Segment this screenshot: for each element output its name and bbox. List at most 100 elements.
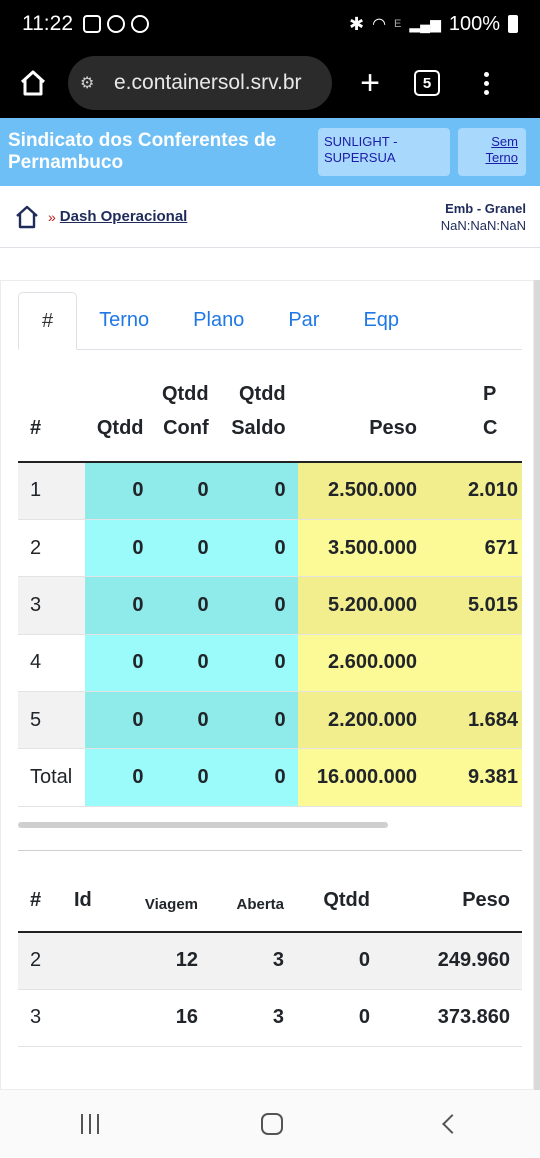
- battery-percent: 100%: [448, 12, 500, 35]
- vertical-scrollbar[interactable]: [534, 280, 540, 1090]
- main-content: # Terno Plano Par Eqp # Qtdd Qtdd Conf Qt…: [0, 280, 540, 1090]
- breadcrumb-dash-link[interactable]: Dash Operacional: [60, 208, 188, 225]
- row-conf-cell: 0: [153, 519, 223, 578]
- col-peso: Peso: [297, 372, 429, 463]
- org-header: Sindicato dos Conferentes de Pernambuco …: [0, 118, 540, 186]
- col-next-line1: P: [483, 383, 497, 405]
- tab-num[interactable]: #: [18, 292, 78, 350]
- summary-table-wrapper[interactable]: # Qtdd Qtdd Conf Qtdd Saldo Peso PC 1 0 0 0 2.…: [18, 372, 522, 807]
- row-qtdd-cell: 0: [85, 576, 154, 635]
- row-peso-conf-cell: 5.015: [429, 576, 522, 635]
- signal-icon: ▂▄▆: [409, 15, 441, 32]
- trips-header-row: # Id Viagem Aberta Qtdd Peso: [18, 870, 522, 933]
- tab-terno[interactable]: Terno: [77, 292, 171, 349]
- row-peso-cell: 2.600.000: [297, 634, 429, 693]
- row-saldo-cell: 0: [222, 576, 298, 635]
- trip-row: 3 16 3 0 373.860: [18, 989, 522, 1047]
- row-peso-cell: 5.200.000: [297, 576, 429, 635]
- row-peso-conf-cell: 1.684: [429, 691, 522, 750]
- horizontal-scrollbar[interactable]: [18, 822, 388, 828]
- breadcrumb-home-icon[interactable]: [14, 204, 40, 230]
- breadcrumb-separator: »: [48, 208, 56, 225]
- trip-peso-cell: 373.860: [382, 989, 522, 1047]
- notification-icons: [83, 15, 149, 33]
- row-peso-cell: 2.200.000: [297, 691, 429, 750]
- recent-apps-icon[interactable]: [81, 1114, 99, 1134]
- row-peso-cell: 16.000.000: [297, 748, 429, 807]
- trip-row: 2 12 3 0 249.960: [18, 932, 522, 990]
- operation-type: Emb - Granel: [445, 200, 526, 216]
- row-num-cell: 4: [18, 634, 86, 693]
- chrome-icon: [131, 15, 149, 33]
- row-num-cell: Total: [18, 748, 86, 807]
- summary-header-row: # Qtdd Qtdd Conf Qtdd Saldo Peso PC: [18, 372, 522, 463]
- col-next-line2: C: [483, 417, 498, 439]
- status-time: 11:22: [22, 12, 73, 35]
- trip-num-cell: 3: [18, 989, 64, 1047]
- system-home-icon[interactable]: [261, 1113, 283, 1135]
- summary-row: 3 0 0 0 5.200.000 5.015: [18, 576, 522, 635]
- row-conf-cell: 0: [153, 691, 223, 750]
- section-divider: [18, 850, 522, 851]
- col-qtdd-saldo-line1: Qtdd: [238, 383, 286, 405]
- row-qtdd-cell: 0: [85, 748, 154, 807]
- col-num: #: [18, 372, 86, 463]
- row-saldo-cell: 0: [222, 519, 298, 578]
- tab-switcher-button[interactable]: 5: [414, 70, 440, 96]
- ship-badge[interactable]: SUNLIGHT - SUPERSUA: [318, 128, 450, 176]
- col2-qtdd: Qtdd: [296, 870, 382, 933]
- trip-qtdd-cell: 0: [296, 932, 382, 990]
- system-nav-bar: [0, 1090, 540, 1158]
- row-conf-cell: 0: [153, 748, 223, 807]
- summary-row: 2 0 0 0 3.500.000 671: [18, 519, 522, 578]
- trip-num-cell: 2: [18, 932, 64, 990]
- site-settings-icon[interactable]: ⚙: [80, 73, 106, 93]
- battery-icon: [508, 15, 518, 33]
- row-peso-cell: 2.500.000: [297, 462, 429, 520]
- col-qtdd: Qtdd: [85, 372, 154, 463]
- home-button[interactable]: [12, 62, 54, 104]
- gallery-icon: [83, 15, 101, 33]
- col2-viagem: Viagem: [114, 870, 210, 933]
- col-qtdd-conf: Qtdd Conf: [153, 372, 223, 463]
- terno-badge-link[interactable]: Sem Terno: [458, 128, 526, 176]
- row-peso-cell: 3.500.000: [297, 519, 429, 578]
- row-conf-cell: 0: [153, 576, 223, 635]
- row-peso-conf-cell: 2.010: [429, 462, 522, 520]
- tab-plano[interactable]: Plano: [171, 292, 266, 349]
- trip-aberta-cell: 3: [210, 932, 296, 990]
- col-qtdd-saldo: Qtdd Saldo: [222, 372, 298, 463]
- row-saldo-cell: 0: [222, 634, 298, 693]
- signal-type-label: E: [394, 18, 402, 30]
- trip-qtdd-cell: 0: [296, 989, 382, 1047]
- new-tab-button[interactable]: +: [354, 64, 386, 103]
- trips-table: # Id Viagem Aberta Qtdd Peso 2 12 3 0 249.96…: [18, 870, 522, 1047]
- summary-row: 1 0 0 0 2.500.000 2.010: [18, 462, 522, 520]
- home-icon: [20, 70, 46, 96]
- row-num-cell: 3: [18, 576, 86, 635]
- org-title: Sindicato dos Conferentes de Pernambuco: [8, 130, 277, 173]
- wifi-icon: ◠: [372, 16, 387, 33]
- back-icon[interactable]: [442, 1114, 462, 1134]
- row-peso-conf-cell: 9.381: [429, 748, 522, 807]
- col2-id: Id: [64, 870, 114, 933]
- col-qtdd-conf-line1: Qtdd: [161, 383, 209, 405]
- col2-aberta: Aberta: [210, 870, 296, 933]
- trip-viagem-cell: 12: [114, 932, 210, 990]
- trip-peso-cell: 249.960: [382, 932, 522, 990]
- row-conf-cell: 0: [153, 634, 223, 693]
- browser-toolbar: ⚙ e.containersol.srv.br + 5: [0, 48, 540, 118]
- row-num-cell: 5: [18, 691, 86, 750]
- operation-info: Emb - Granel NaN:NaN:NaN: [441, 200, 526, 234]
- row-conf-cell: 0: [153, 462, 223, 520]
- menu-kebab-icon[interactable]: [484, 71, 489, 95]
- trip-aberta-cell: 3: [210, 989, 296, 1047]
- trip-id-cell: [64, 932, 114, 990]
- tab-par[interactable]: Par: [266, 292, 341, 349]
- whatsapp-icon: [107, 15, 125, 33]
- row-num-cell: 1: [18, 462, 86, 520]
- url-bar[interactable]: ⚙ e.containersol.srv.br: [68, 56, 332, 110]
- col2-num: #: [18, 870, 64, 933]
- tab-eqp[interactable]: Eqp: [341, 292, 421, 349]
- url-text: e.containersol.srv.br: [114, 71, 302, 94]
